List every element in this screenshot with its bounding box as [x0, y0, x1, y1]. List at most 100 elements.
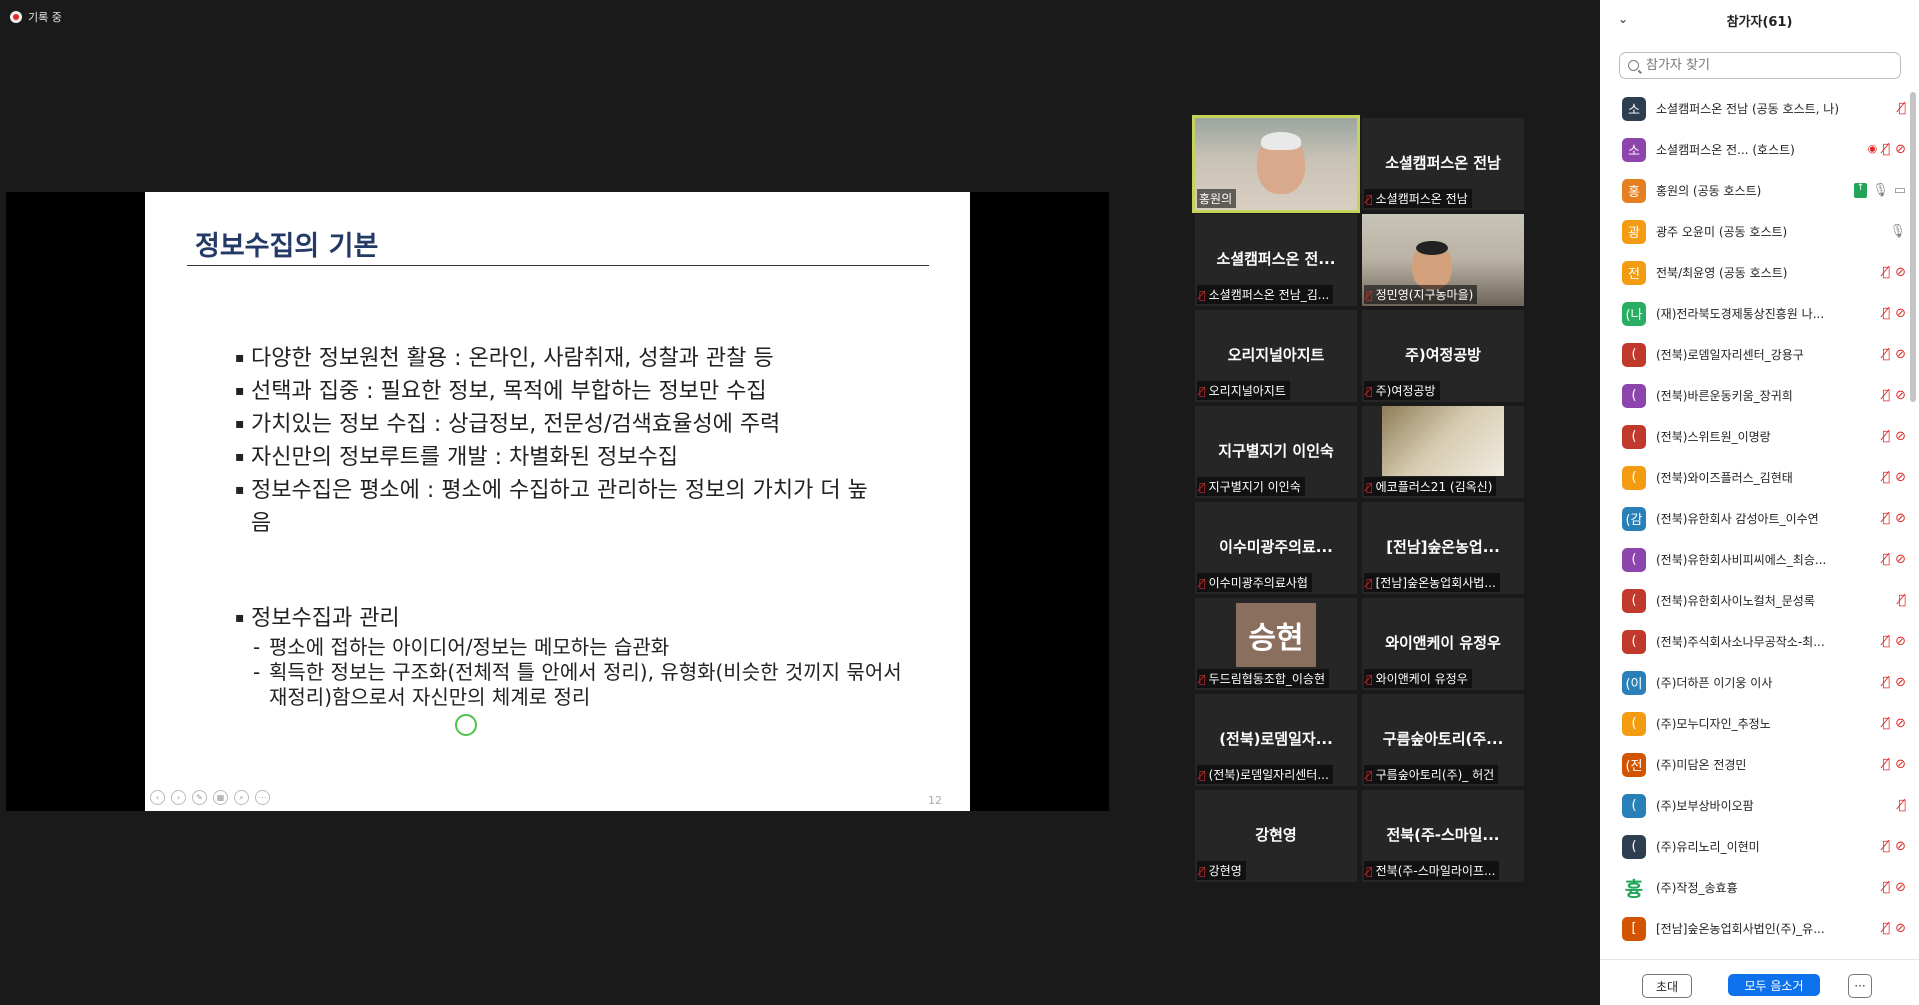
video-off-icon[interactable]: ⊘: [1895, 880, 1906, 895]
zoom-icon[interactable]: ⌕: [234, 790, 249, 805]
mic-off-icon[interactable]: 🎙̸: [1882, 347, 1890, 362]
video-off-icon[interactable]: ⊘: [1895, 142, 1906, 157]
video-off-icon[interactable]: ⊘: [1895, 757, 1906, 772]
mic-off-icon: 🎙̸: [1366, 385, 1373, 398]
video-off-icon[interactable]: ⊘: [1895, 511, 1906, 526]
participant-row[interactable]: ((전북)주식회사소나무공작소-최... 🎙̸ ⊘: [1600, 621, 1910, 662]
mic-off-icon[interactable]: 🎙̸: [1882, 142, 1890, 157]
participant-row[interactable]: ((전북)바른운동키움_장귀희 🎙̸ ⊘: [1600, 375, 1910, 416]
participant-row[interactable]: ((전북)와이즈플러스_김현태 🎙̸ ⊘: [1600, 457, 1910, 498]
video-off-icon[interactable]: ⊘: [1895, 347, 1906, 362]
mic-off-icon[interactable]: 🎙̸: [1882, 552, 1890, 567]
participant-row[interactable]: 홍 홍원의 (공동 호스트) ↑ 🎙 ▭: [1600, 170, 1910, 211]
video-off-icon[interactable]: ⊘: [1895, 388, 1906, 403]
video-tile[interactable]: (전북)로뎀일자... 🎙̸ (전북)로뎀일자리센터...: [1195, 694, 1357, 786]
invite-button[interactable]: 초대: [1642, 974, 1692, 998]
mic-off-icon[interactable]: 🎙̸: [1882, 306, 1890, 321]
participant-search[interactable]: [1619, 52, 1901, 79]
mic-off-icon[interactable]: 🎙̸: [1882, 880, 1890, 895]
participant-row[interactable]: ((주)모누디자인_추정노 🎙̸ ⊘: [1600, 703, 1910, 744]
participant-row[interactable]: ((전북)스위트원_이명랑 🎙̸ ⊘: [1600, 416, 1910, 457]
mute-all-button[interactable]: 모두 음소거: [1728, 974, 1820, 996]
mic-off-icon[interactable]: 🎙̸: [1882, 470, 1890, 485]
mic-off-icon[interactable]: 🎙̸: [1898, 101, 1906, 116]
video-off-icon[interactable]: ⊘: [1895, 675, 1906, 690]
video-off-icon[interactable]: ⊘: [1895, 470, 1906, 485]
mic-off-icon[interactable]: 🎙̸: [1898, 798, 1906, 813]
participant-row[interactable]: (나 (재)전라북도경제통상진흥원 나... 🎙̸ ⊘: [1600, 293, 1910, 334]
pen-icon[interactable]: ✎: [192, 790, 207, 805]
mic-icon[interactable]: 🎙: [1872, 183, 1889, 198]
video-tile[interactable]: 강현영 🎙̸ 강현영: [1195, 790, 1357, 882]
video-off-icon[interactable]: ⊘: [1895, 552, 1906, 567]
mic-off-icon: 🎙̸: [1199, 769, 1206, 782]
participant-status-icons: 🎙̸ ⊘: [1882, 388, 1906, 403]
participant-row[interactable]: ((전북)유한회사이노컬처_문성록 🎙̸: [1600, 580, 1910, 621]
participant-name: (재)전라북도경제통상진흥원 나...: [1656, 307, 1825, 321]
search-input[interactable]: [1644, 57, 1888, 74]
video-off-icon[interactable]: ⊘: [1895, 839, 1906, 854]
video-tile[interactable]: 주)여정공방 🎙̸ 주)여정공방: [1362, 310, 1524, 402]
participant-row[interactable]: 광 광주 오윤미 (공동 호스트) 🎙: [1600, 211, 1910, 252]
video-tile[interactable]: 🎙̸ 정민영(지구농마을): [1362, 214, 1524, 306]
mic-off-icon[interactable]: 🎙̸: [1882, 675, 1890, 690]
mic-off-icon[interactable]: 🎙̸: [1882, 388, 1890, 403]
participant-row[interactable]: ((전북)유한회사비피씨에스_최승... 🎙̸ ⊘: [1600, 539, 1910, 580]
video-tile[interactable]: 이수미광주의료... 🎙̸ 이수미광주의료사협: [1195, 502, 1357, 594]
participant-row[interactable]: 흉 (주)작정_송효흉 🎙̸ ⊘: [1600, 867, 1910, 908]
video-off-icon[interactable]: ⊘: [1895, 921, 1906, 936]
participant-row[interactable]: [[전남]숲온농업회사법인(주)_유... 🎙̸ ⊘: [1600, 908, 1910, 949]
presentation-slide: 정보수집의 기본 다양한 정보원천 활용 : 온라인, 사람취재, 성찰과 관찰…: [145, 192, 970, 811]
participant-row[interactable]: ((주)유리노리_이현미 🎙̸ ⊘: [1600, 826, 1910, 867]
mic-off-icon[interactable]: 🎙̸: [1882, 511, 1890, 526]
recording-indicator[interactable]: 기록 중: [10, 9, 62, 25]
participant-row[interactable]: 전 전북/최윤영 (공동 호스트) 🎙̸ ⊘: [1600, 252, 1910, 293]
mic-icon[interactable]: 🎙: [1889, 224, 1906, 239]
mic-off-icon: 🎙̸: [1199, 385, 1206, 398]
video-off-icon[interactable]: ⊘: [1895, 634, 1906, 649]
video-off-icon[interactable]: ⊘: [1895, 716, 1906, 731]
mic-off-icon[interactable]: 🎙̸: [1882, 429, 1890, 444]
video-tile[interactable]: 와이앤케이 유정우 🎙̸ 와이앤케이 유정우: [1362, 598, 1524, 690]
mic-off-icon[interactable]: 🎙̸: [1882, 265, 1890, 280]
more-icon[interactable]: ⋯: [255, 790, 270, 805]
participant-name: [전남]숲온농업회사법인(주)_유...: [1656, 922, 1825, 936]
participant-row[interactable]: (이 (주)더하픈 이기웅 이사 🎙̸ ⊘: [1600, 662, 1910, 703]
participant-row[interactable]: ((전북)로뎀일자리센터_강용구 🎙̸ ⊘: [1600, 334, 1910, 375]
prev-slide-icon[interactable]: ‹: [150, 790, 165, 805]
mic-off-icon[interactable]: 🎙̸: [1882, 921, 1890, 936]
mic-off-icon[interactable]: 🎙̸: [1882, 634, 1890, 649]
video-tile[interactable]: 소셜캠퍼스온 전... 🎙̸ 소셜캠퍼스온 전남_김...: [1195, 214, 1357, 306]
video-tile[interactable]: 홍원의: [1192, 115, 1360, 213]
participant-row[interactable]: (감 (전북)유한회사 감성아트_이수연 🎙̸ ⊘: [1600, 498, 1910, 539]
participant-row[interactable]: (전 (주)미담온 전경민 🎙̸ ⊘: [1600, 744, 1910, 785]
video-off-icon[interactable]: ⊘: [1895, 265, 1906, 280]
video-tile[interactable]: 지구별지기 이인숙 🎙̸ 지구별지기 이인숙: [1195, 406, 1357, 498]
video-off-icon[interactable]: ⊘: [1895, 306, 1906, 321]
screen-share-icon[interactable]: ↑: [1853, 183, 1868, 198]
video-tile[interactable]: 오리지널아지트 🎙̸ 오리지널아지트: [1195, 310, 1357, 402]
video-tile[interactable]: 구름숲아토리(주... 🎙̸ 구름숲아토리(주)_ 허건: [1362, 694, 1524, 786]
slides-icon[interactable]: ▦: [213, 790, 228, 805]
participant-status-icons: 🎙̸ ⊘: [1882, 716, 1906, 731]
mic-off-icon[interactable]: 🎙̸: [1882, 839, 1890, 854]
panel-header: ⌄ 참가자(61): [1600, 0, 1919, 40]
chevron-down-icon[interactable]: ⌄: [1618, 12, 1628, 26]
participant-row[interactable]: 소 소셜캠퍼스온 전... (호스트) ◉ 🎙̸ ⊘: [1600, 129, 1910, 170]
video-tile[interactable]: 소셜캠퍼스온 전남 🎙̸ 소셜캠퍼스온 전남: [1362, 118, 1524, 210]
participant-row[interactable]: ((주)보부상바이오팜 🎙̸: [1600, 785, 1910, 826]
video-icon[interactable]: ▭: [1894, 183, 1906, 198]
video-tile[interactable]: [전남]숲온농업... 🎙̸ [전남]숲온농업회사법...: [1362, 502, 1524, 594]
video-tile[interactable]: 🎙̸ 에코플러스21 (김옥신): [1362, 406, 1524, 498]
participant-row[interactable]: 소 소셜캠퍼스온 전남 (공동 호스트, 나) 🎙̸: [1600, 88, 1910, 129]
panel-scrollbar[interactable]: [1910, 92, 1916, 402]
more-options-button[interactable]: ···: [1848, 974, 1872, 998]
mic-off-icon[interactable]: 🎙̸: [1882, 757, 1890, 772]
video-tile[interactable]: 전북(주-스마일... 🎙̸ 전북(주-스마일라이프...: [1362, 790, 1524, 882]
video-tile[interactable]: 승현 🎙̸ 두드림협동조합_이승현: [1195, 598, 1357, 690]
next-slide-icon[interactable]: ›: [171, 790, 186, 805]
video-off-icon[interactable]: ⊘: [1895, 429, 1906, 444]
mic-off-icon[interactable]: 🎙̸: [1898, 593, 1906, 608]
mic-off-icon[interactable]: 🎙̸: [1882, 716, 1890, 731]
record-icon[interactable]: ◉: [1868, 142, 1878, 157]
